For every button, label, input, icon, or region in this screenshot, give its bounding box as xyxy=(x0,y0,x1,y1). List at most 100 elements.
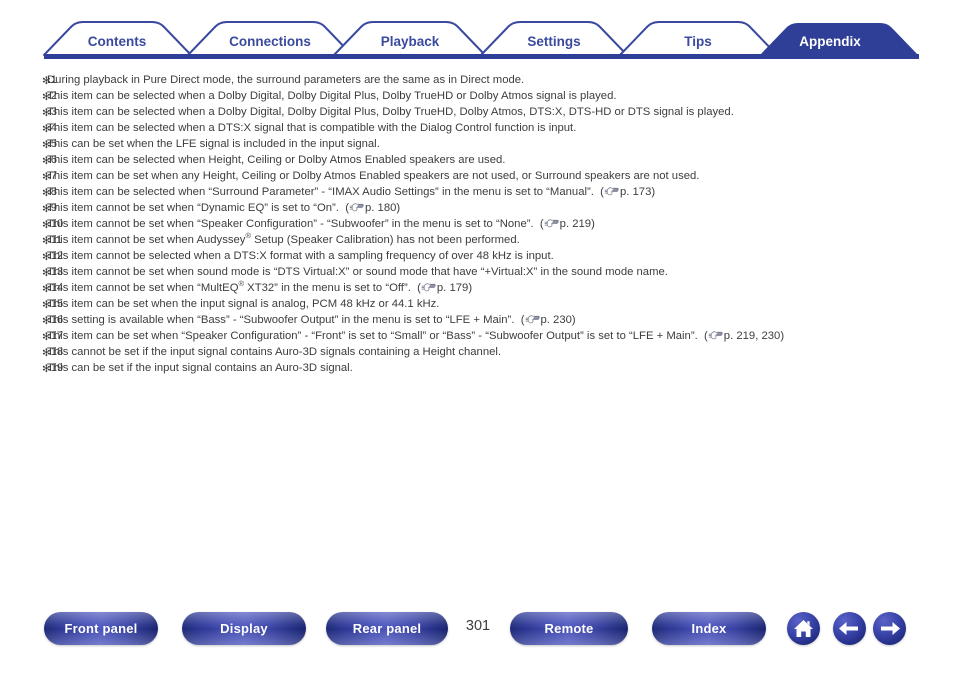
tab-label-contents: Contents xyxy=(88,34,147,49)
footer-button-label: Rear panel xyxy=(352,620,422,636)
tab-bar-rule xyxy=(44,54,919,59)
pointing-hand-icon xyxy=(525,313,540,324)
footnote-marker: ✻1 xyxy=(42,74,57,87)
footer-button-label: Display xyxy=(220,620,268,636)
footnote-text: This item can be set when any Height, Ce… xyxy=(47,170,700,182)
footnote-text: This item cannot be selected when a DTS:… xyxy=(47,250,554,262)
pointing-hand-icon xyxy=(544,217,559,228)
footnote-marker: ✻5 xyxy=(42,138,57,151)
tab-bar-graphic: Contents Connections Playback Settings T… xyxy=(43,21,919,59)
footnote-text: This cannot be set if the input signal c… xyxy=(47,346,502,358)
footnote-text: This item can be set when “Speaker Confi… xyxy=(47,329,785,342)
footnote-marker: ✻6 xyxy=(42,154,57,167)
tab-connections[interactable]: Connections xyxy=(187,21,353,56)
footnote-text: This item cannot be set when Audyssey® S… xyxy=(47,231,520,246)
tab-settings[interactable]: Settings xyxy=(480,21,628,56)
pointing-hand-icon xyxy=(349,201,364,212)
footnote-marker: ✻17 xyxy=(42,330,64,343)
page-number: 301 xyxy=(465,618,491,634)
footnote-marker: ✻11 xyxy=(42,234,63,247)
arrow-left-icon[interactable] xyxy=(833,612,866,645)
footnote-item: ✻17 This item can be set when “Speaker Co… xyxy=(0,328,954,344)
footer-button-front-panel[interactable]: Front panel xyxy=(44,612,158,645)
footnote-item: ✻16 This setting is available when “Bass”… xyxy=(0,312,954,328)
tab-appendix[interactable]: Appendix xyxy=(759,23,919,56)
tab-tips[interactable]: Tips xyxy=(619,21,778,56)
tab-bar: Contents Connections Playback Settings T… xyxy=(0,0,954,62)
tab-label-appendix: Appendix xyxy=(799,34,861,49)
footer-button-label: Remote xyxy=(544,620,594,636)
footnote-text: This item can be selected when a DTS:X s… xyxy=(47,122,577,134)
footnote-marker: ✻2 xyxy=(42,90,57,103)
pointing-hand-icon xyxy=(604,185,619,196)
footer-button-label: Index xyxy=(691,620,727,636)
footnote-item: ✻13 This item cannot be set when sound mo… xyxy=(0,264,954,280)
footnote-text: This item cannot be set when sound mode … xyxy=(47,266,668,278)
page-reference[interactable]: p. 180 xyxy=(365,202,396,214)
footnote-marker: ✻15 xyxy=(42,298,64,311)
footer-button-label: Front panel xyxy=(64,620,138,636)
footnote-item: ✻19 This can be set if the input signal c… xyxy=(0,360,954,376)
tab-label-settings: Settings xyxy=(527,34,580,49)
footnote-marker: ✻14 xyxy=(42,282,64,295)
footnote-text: This item cannot be set when “MultEQ® XT… xyxy=(47,279,473,294)
footnote-item: ✻11 This item cannot be set when Audyssey… xyxy=(0,232,954,248)
footnote-item: ✻3 This item can be selected when a Dolby… xyxy=(0,104,954,120)
tab-playback[interactable]: Playback xyxy=(333,21,486,56)
arrow-right-icon[interactable] xyxy=(873,612,906,645)
footnote-marker: ✻3 xyxy=(42,106,57,119)
footnote-marker: ✻7 xyxy=(42,170,57,183)
page-reference[interactable]: p. 219 xyxy=(560,218,591,230)
footnote-item: ✻9 This item cannot be set when “Dynamic … xyxy=(0,200,954,216)
footnote-marker: ✻9 xyxy=(42,202,57,215)
page-reference[interactable]: p. 219, 230 xyxy=(724,330,781,342)
footnote-text: During playback in Pure Direct mode, the… xyxy=(47,74,525,86)
footnote-marker: ✻12 xyxy=(42,250,64,263)
footnote-item: ✻6 This item can be selected when Height,… xyxy=(0,152,954,168)
footer-nav: Front panel Display Rear panel Remote Index … xyxy=(0,612,954,664)
tab-label-connections: Connections xyxy=(229,34,311,49)
footnote-item: ✻18 This cannot be set if the input signa… xyxy=(0,344,954,360)
footnote-item: ✻8 This item can be selected when “Surrou… xyxy=(0,184,954,200)
footer-button-index[interactable]: Index xyxy=(652,612,766,645)
page-reference[interactable]: p. 179 xyxy=(437,282,468,294)
footnote-text: This item cannot be set when “Dynamic EQ… xyxy=(47,201,401,214)
footer-button-rear-panel[interactable]: Rear panel xyxy=(326,612,448,645)
footnote-marker: ✻8 xyxy=(42,186,57,199)
pointing-hand-icon xyxy=(708,329,723,340)
footnote-text: This can be set if the input signal cont… xyxy=(47,362,353,374)
tab-contents[interactable]: Contents xyxy=(43,21,192,56)
footnote-text: This item can be selected when “Surround… xyxy=(47,185,656,198)
footer-button-display[interactable]: Display xyxy=(182,612,306,645)
registered-mark: ® xyxy=(238,279,245,289)
footnote-item: ✻14 This item cannot be set when “MultEQ®… xyxy=(0,280,954,296)
footnote-text: This item cannot be set when “Speaker Co… xyxy=(47,217,595,230)
footer-button-remote[interactable]: Remote xyxy=(510,612,628,645)
footnote-item: ✻2 This item can be selected when a Dolby… xyxy=(0,88,954,104)
footnote-marker: ✻13 xyxy=(42,266,64,279)
footnote-marker: ✻19 xyxy=(42,362,64,375)
footnote-item: ✻7 This item can be set when any Height, … xyxy=(0,168,954,184)
footnote-marker: ✻18 xyxy=(42,346,64,359)
pointing-hand-icon xyxy=(421,281,436,292)
footnote-text: This item can be selected when a Dolby D… xyxy=(47,106,734,118)
registered-mark: ® xyxy=(245,231,251,241)
tab-label-tips: Tips xyxy=(684,34,712,49)
footnote-item: ✻4 This item can be selected when a DTS:X… xyxy=(0,120,954,136)
footnote-marker: ✻16 xyxy=(42,314,64,327)
footnote-text: This item can be selected when a Dolby D… xyxy=(47,90,617,102)
footnote-marker: ✻10 xyxy=(42,218,64,231)
footnote-text: This item can be set when the input sign… xyxy=(47,298,440,310)
page-reference[interactable]: p. 230 xyxy=(541,314,572,326)
footnote-list: ✻1 During playback in Pure Direct mode, t… xyxy=(0,72,954,376)
footnote-item: ✻12 This item cannot be selected when a D… xyxy=(0,248,954,264)
home-icon[interactable] xyxy=(787,612,820,645)
footnote-item: ✻15 This item can be set when the input s… xyxy=(0,296,954,312)
footnote-marker: ✻4 xyxy=(42,122,57,135)
page-reference[interactable]: p. 173 xyxy=(620,186,651,198)
footnote-item: ✻10 This item cannot be set when “Speaker… xyxy=(0,216,954,232)
footnote-text: This setting is available when “Bass” - … xyxy=(47,313,576,326)
footnote-item: ✻1 During playback in Pure Direct mode, t… xyxy=(0,72,954,88)
tab-label-playback: Playback xyxy=(381,34,440,49)
footnote-text: This item can be selected when Height, C… xyxy=(47,154,506,166)
